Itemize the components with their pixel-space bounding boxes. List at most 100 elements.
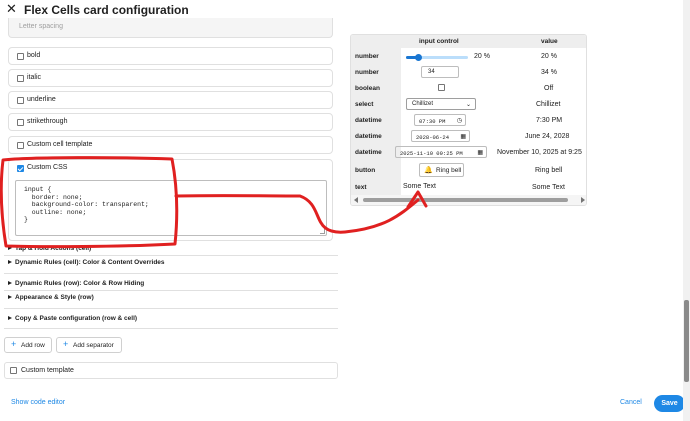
- row-value: 34 %: [541, 69, 557, 76]
- table-row: number 20 % 20 %: [351, 48, 586, 64]
- calendar-icon[interactable]: ▦: [477, 149, 483, 156]
- custom-css-checkbox[interactable]: [17, 165, 24, 172]
- custom-cell-template-option[interactable]: Custom cell template: [8, 136, 333, 154]
- date-value: 2028-06-24: [416, 133, 450, 141]
- row-value: Ring bell: [535, 167, 563, 174]
- panel-border: [4, 328, 338, 329]
- resize-handle-icon[interactable]: [320, 229, 325, 234]
- scrollbar-thumb[interactable]: [684, 300, 689, 382]
- section-label: Dynamic Rules (row): Color & Row Hiding: [15, 280, 145, 287]
- custom-cell-template-checkbox[interactable]: [17, 142, 24, 149]
- strikethrough-checkbox[interactable]: [17, 119, 24, 126]
- close-icon[interactable]: ✕: [6, 2, 17, 15]
- boolean-checkbox[interactable]: [438, 84, 445, 91]
- scrollbar-thumb[interactable]: [363, 198, 568, 202]
- cancel-button[interactable]: Cancel: [620, 399, 642, 406]
- italic-checkbox[interactable]: [17, 75, 24, 82]
- divider: [4, 308, 338, 309]
- underline-checkbox[interactable]: [17, 97, 24, 104]
- percent-slider[interactable]: [406, 54, 468, 61]
- underline-label: underline: [27, 96, 56, 103]
- section-dynamic-rules-row[interactable]: Dynamic Rules (row): Color & Row Hiding: [8, 280, 144, 287]
- chevron-down-icon: ⌄: [465, 102, 471, 108]
- row-value: November 10, 2025 at 9:25: [497, 149, 582, 156]
- dialog-title: Flex Cells card configuration: [24, 3, 189, 17]
- row-label: datetime: [351, 112, 401, 128]
- custom-template-label: Custom template: [21, 367, 74, 374]
- bold-checkbox[interactable]: [17, 53, 24, 60]
- letter-spacing-field[interactable]: Letter spacing: [8, 18, 333, 38]
- card-preview: input control value number 20 % 20 % num…: [350, 34, 587, 206]
- row-label: number: [351, 48, 401, 64]
- slider-thumb[interactable]: [415, 54, 423, 61]
- row-label: number: [351, 64, 401, 80]
- bold-option[interactable]: bold: [8, 47, 333, 65]
- add-separator-label: Add separator: [73, 342, 114, 349]
- section-tap-hold-actions[interactable]: Tap & Hold Actions (cell): [8, 245, 91, 252]
- editor-panel: Letter spacing bold italic underline str…: [0, 18, 340, 368]
- row-value: Some Text: [532, 184, 565, 191]
- header-input-control: input control: [419, 38, 459, 45]
- add-row-button[interactable]: + Add row: [4, 337, 52, 353]
- vertical-scrollbar[interactable]: [683, 0, 690, 421]
- ring-bell-button[interactable]: 🔔 Ring bell: [419, 163, 464, 177]
- section-copy-paste[interactable]: Copy & Paste configuration (row & cell): [8, 315, 137, 322]
- row-label: button: [351, 162, 401, 179]
- plus-icon: +: [63, 339, 69, 349]
- preview-header-row: input control value: [351, 35, 586, 48]
- custom-template-option[interactable]: Custom template: [4, 362, 338, 379]
- calendar-icon[interactable]: ▦: [460, 133, 466, 140]
- section-label: Copy & Paste configuration (row & cell): [15, 315, 138, 322]
- time-value: 07:30 PM: [419, 117, 446, 125]
- number-input[interactable]: 34: [421, 66, 459, 78]
- divider: [4, 273, 338, 274]
- ring-bell-label: Ring bell: [436, 167, 462, 174]
- strikethrough-option[interactable]: strikethrough: [8, 113, 333, 131]
- divider: [4, 255, 338, 256]
- table-row: datetime 07:30 PM ◷ 7:30 PM: [351, 112, 586, 128]
- row-value: Chillizet: [536, 101, 561, 108]
- table-row: number 34 34 %: [351, 64, 586, 80]
- row-label: datetime: [351, 144, 401, 162]
- section-appearance-style[interactable]: Appearance & Style (row): [8, 294, 94, 301]
- slider-readout: 20 %: [474, 53, 490, 60]
- custom-cell-template-label: Custom cell template: [27, 141, 93, 148]
- header-value: value: [541, 38, 558, 45]
- italic-option[interactable]: italic: [8, 69, 333, 87]
- italic-label: italic: [27, 74, 42, 81]
- underline-option[interactable]: underline: [8, 91, 333, 109]
- text-input[interactable]: Some Text: [403, 183, 436, 190]
- datetime-value: 2025-11-10 09:25 PM: [400, 149, 463, 157]
- date-input[interactable]: 2028-06-24 ▦: [411, 130, 470, 142]
- row-value: Off: [544, 85, 554, 92]
- row-label: datetime: [351, 128, 401, 144]
- section-label: Tap & Hold Actions (cell): [15, 245, 92, 252]
- letter-spacing-placeholder: Letter spacing: [19, 23, 63, 30]
- add-row-label: Add row: [21, 342, 45, 349]
- plus-icon: +: [11, 339, 17, 349]
- custom-css-textarea[interactable]: input { border: none; background-color: …: [15, 180, 327, 236]
- expand-triangle-icon: [8, 295, 12, 299]
- table-row: button 🔔 Ring bell Ring bell: [351, 162, 586, 179]
- preview-table: input control value number 20 % 20 % num…: [351, 35, 586, 195]
- time-input[interactable]: 07:30 PM ◷: [414, 114, 466, 126]
- section-dynamic-rules-cell[interactable]: Dynamic Rules (cell): Color & Content Ov…: [8, 259, 165, 266]
- section-label: Appearance & Style (row): [15, 294, 94, 301]
- row-label: text: [351, 179, 401, 195]
- add-separator-button[interactable]: + Add separator: [56, 337, 122, 353]
- show-code-editor-link[interactable]: Show code editor: [11, 399, 65, 406]
- save-button[interactable]: Save: [654, 395, 685, 412]
- clock-icon[interactable]: ◷: [457, 117, 462, 124]
- strikethrough-label: strikethrough: [27, 118, 68, 125]
- table-row: select Chillizet ⌄ Chillizet: [351, 96, 586, 112]
- expand-triangle-icon: [8, 260, 12, 264]
- row-value: 7:30 PM: [536, 117, 563, 124]
- select-dropdown[interactable]: Chillizet ⌄: [406, 98, 476, 110]
- horizontal-scrollbar[interactable]: [351, 195, 586, 205]
- custom-template-checkbox[interactable]: [10, 367, 17, 374]
- scroll-right-icon[interactable]: [581, 197, 585, 203]
- row-label: select: [351, 96, 401, 112]
- row-label: boolean: [351, 80, 401, 96]
- datetime-input[interactable]: 2025-11-10 09:25 PM ▦: [395, 146, 487, 158]
- scroll-left-icon[interactable]: [354, 197, 358, 203]
